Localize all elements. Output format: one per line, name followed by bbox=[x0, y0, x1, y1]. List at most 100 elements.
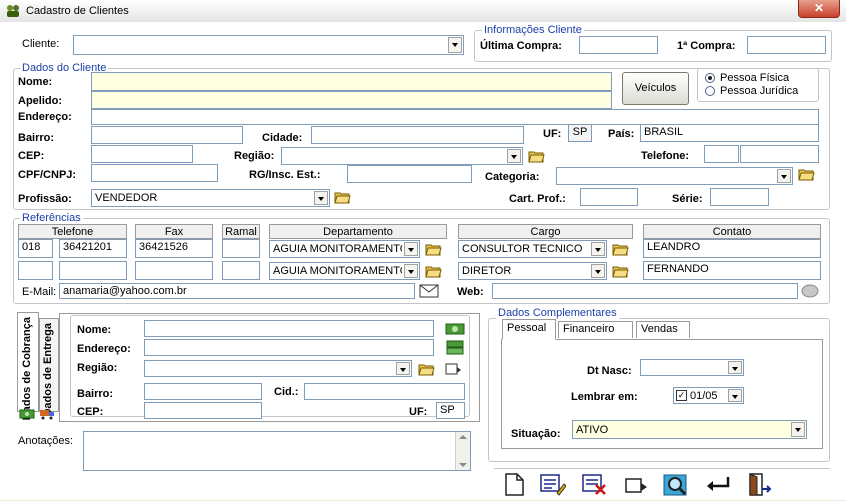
uf-field[interactable]: SP bbox=[568, 124, 592, 142]
exit-door-icon[interactable] bbox=[744, 471, 772, 497]
new-document-icon[interactable] bbox=[500, 471, 528, 497]
cob-endereco-field[interactable] bbox=[144, 339, 434, 356]
cob-bairro-field[interactable] bbox=[144, 383, 262, 400]
folder-open-icon[interactable] bbox=[418, 362, 435, 376]
pessoa-fisica-radio[interactable] bbox=[705, 73, 715, 83]
cob-cep-field[interactable] bbox=[144, 402, 262, 419]
cpf-cnpj-label: CPF/CNPJ: bbox=[18, 169, 77, 181]
cidade-field[interactable] bbox=[311, 126, 524, 144]
ref-departamento-combo[interactable]: AGUIA MONITORAMENTO bbox=[269, 262, 420, 280]
pessoa-juridica-radio[interactable] bbox=[705, 86, 715, 96]
tab-pessoal[interactable]: Pessoal bbox=[502, 319, 556, 340]
veiculos-button[interactable]: Veículos bbox=[622, 72, 689, 105]
tab-dados-entrega[interactable]: Dados de Entrega bbox=[39, 318, 59, 417]
chevron-down-icon[interactable] bbox=[777, 169, 791, 183]
cep-label: CEP: bbox=[18, 150, 45, 162]
chevron-down-icon[interactable] bbox=[448, 37, 462, 53]
anotacoes-textarea[interactable] bbox=[83, 431, 471, 471]
ref-fax-field[interactable] bbox=[135, 261, 213, 280]
cpf-cnpj-field[interactable] bbox=[91, 164, 218, 182]
serie-label: Série: bbox=[672, 193, 703, 205]
delete-record-icon[interactable] bbox=[580, 471, 608, 497]
copy-icon[interactable] bbox=[622, 471, 650, 497]
apelido-field[interactable] bbox=[91, 91, 612, 109]
tab-dados-cobranca[interactable]: Dados de Cobrança bbox=[17, 312, 39, 420]
cliente-combo[interactable] bbox=[73, 35, 464, 55]
chevron-down-icon[interactable] bbox=[728, 389, 742, 402]
cep-field[interactable] bbox=[91, 145, 193, 163]
scrollbar[interactable] bbox=[455, 432, 470, 470]
lembrar-checkbox[interactable]: ✓ bbox=[676, 390, 687, 401]
serie-field[interactable] bbox=[710, 188, 769, 206]
rg-insc-field[interactable] bbox=[347, 165, 472, 183]
chevron-down-icon[interactable] bbox=[591, 242, 605, 256]
chevron-down-icon[interactable] bbox=[591, 264, 605, 278]
ref-departamento-combo[interactable]: AGUIA MONITORAMENTO bbox=[269, 240, 420, 258]
cob-nome-field[interactable] bbox=[144, 320, 434, 337]
folder-open-icon[interactable] bbox=[425, 264, 442, 278]
ref-telefone-field[interactable] bbox=[59, 261, 127, 280]
nome-field[interactable] bbox=[91, 72, 612, 91]
copy-document-icon[interactable] bbox=[444, 361, 462, 376]
ref-fax-field[interactable]: 36421526 bbox=[135, 239, 213, 258]
ref-ramal-field[interactable] bbox=[222, 261, 260, 280]
tab-financeiro[interactable]: Financeiro bbox=[558, 321, 633, 338]
ref-contato-field[interactable]: LEANDRO bbox=[643, 239, 821, 258]
cob-uf-field[interactable]: SP bbox=[436, 402, 465, 419]
cob-regiao-combo[interactable] bbox=[144, 360, 412, 377]
tab-vendas[interactable]: Vendas bbox=[636, 321, 690, 338]
telefone-ddd-field[interactable] bbox=[704, 145, 739, 163]
categoria-combo[interactable] bbox=[556, 167, 793, 185]
chevron-down-icon[interactable] bbox=[314, 191, 328, 205]
cart-prof-field[interactable] bbox=[580, 188, 638, 206]
situacao-combo[interactable]: ATIVO bbox=[572, 420, 807, 439]
cob-cid-field[interactable] bbox=[304, 383, 465, 400]
globe-icon[interactable] bbox=[800, 284, 820, 298]
bairro-field[interactable] bbox=[91, 126, 243, 144]
lembrar-em-combo[interactable]: ✓ 01/05 bbox=[673, 387, 744, 404]
regiao-combo[interactable] bbox=[281, 147, 523, 165]
edit-record-icon[interactable] bbox=[538, 471, 566, 497]
close-button[interactable]: ✕ bbox=[798, 0, 840, 18]
regiao-label: Região: bbox=[234, 150, 275, 162]
window-title: Cadastro de Clientes bbox=[26, 5, 129, 17]
web-field[interactable] bbox=[492, 283, 798, 299]
pessoa-juridica-label[interactable]: Pessoa Jurídica bbox=[720, 85, 798, 97]
chevron-down-icon[interactable] bbox=[791, 422, 805, 437]
chevron-down-icon[interactable] bbox=[404, 264, 418, 278]
enter-arrow-icon[interactable] bbox=[704, 471, 732, 497]
ref-telefone-field[interactable]: 36421201 bbox=[59, 239, 127, 258]
chevron-down-icon[interactable] bbox=[396, 362, 410, 375]
telefone-numero-field[interactable] bbox=[740, 145, 819, 163]
chevron-down-icon[interactable] bbox=[728, 361, 742, 374]
ref-ddd-field[interactable] bbox=[18, 261, 53, 280]
folder-open-icon[interactable] bbox=[798, 167, 815, 181]
email-field[interactable]: anamaria@yahoo.com.br bbox=[59, 283, 415, 299]
chevron-down-icon[interactable] bbox=[507, 149, 521, 163]
bairro-label: Bairro: bbox=[18, 132, 55, 144]
profissao-combo[interactable]: VENDEDOR bbox=[91, 189, 330, 207]
ref-cargo-combo[interactable]: CONSULTOR TECNICO bbox=[458, 240, 607, 258]
chevron-down-icon[interactable] bbox=[459, 463, 467, 467]
envelope-icon[interactable] bbox=[419, 284, 439, 298]
ultima-compra-field[interactable] bbox=[579, 36, 658, 54]
pais-field[interactable]: BRASIL bbox=[640, 124, 819, 142]
chevron-down-icon[interactable] bbox=[404, 242, 418, 256]
ref-contato-field[interactable]: FERNANDO bbox=[643, 261, 821, 280]
folder-open-icon[interactable] bbox=[612, 242, 629, 256]
primeira-compra-field[interactable] bbox=[747, 36, 826, 54]
chevron-up-icon[interactable] bbox=[459, 435, 467, 439]
money-stack-icon[interactable] bbox=[445, 340, 465, 356]
folder-open-icon[interactable] bbox=[425, 242, 442, 256]
money-icon[interactable] bbox=[445, 322, 465, 336]
folder-open-icon[interactable] bbox=[528, 149, 545, 163]
ref-ddd-field[interactable]: 018 bbox=[18, 239, 53, 258]
folder-open-icon[interactable] bbox=[334, 190, 351, 204]
dt-nasc-combo[interactable] bbox=[640, 359, 744, 376]
search-icon[interactable] bbox=[662, 471, 690, 497]
folder-open-icon[interactable] bbox=[612, 264, 629, 278]
ref-ramal-field[interactable] bbox=[222, 239, 260, 258]
endereco-field[interactable] bbox=[91, 109, 819, 125]
ref-cargo-combo[interactable]: DIRETOR bbox=[458, 262, 607, 280]
pessoa-fisica-label[interactable]: Pessoa Física bbox=[720, 72, 789, 84]
